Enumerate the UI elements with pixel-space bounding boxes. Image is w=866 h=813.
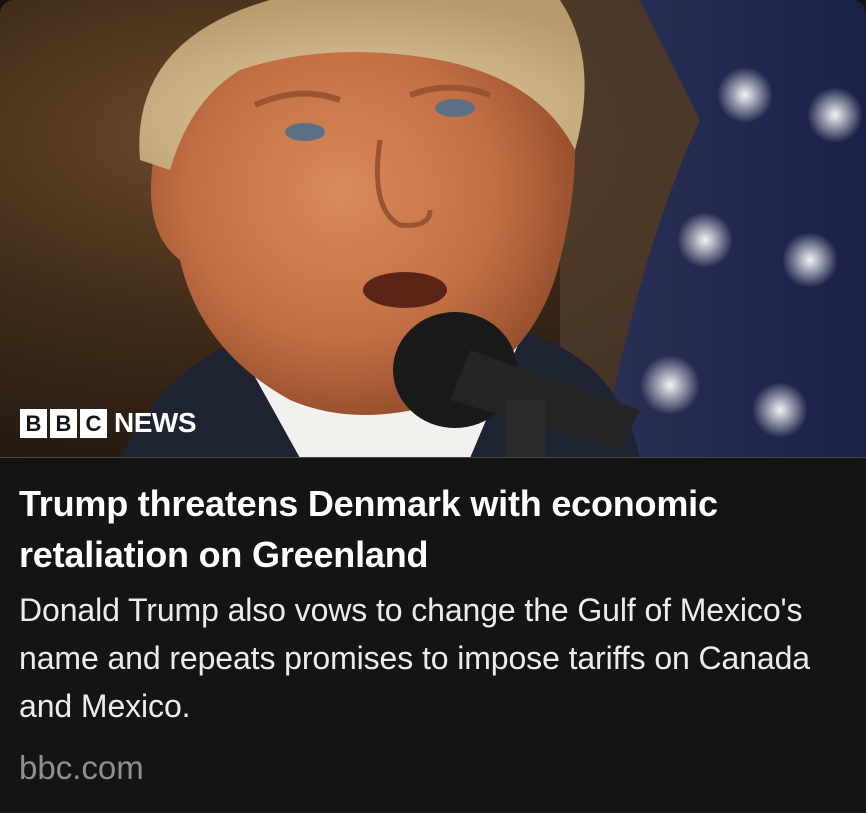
card-content: Trump threatens Denmark with economic re… xyxy=(19,478,839,788)
card-divider xyxy=(0,457,866,458)
link-preview-card[interactable]: B B C NEWS Trump threatens Denmark with … xyxy=(0,0,866,813)
source-domain[interactable]: bbc.com xyxy=(19,748,839,788)
logo-word-news: NEWS xyxy=(114,407,197,438)
logo-letter-b2: B xyxy=(50,408,77,438)
article-thumbnail[interactable]: B B C NEWS xyxy=(0,0,866,458)
bbc-news-logo: B B C NEWS xyxy=(20,407,197,439)
article-headline[interactable]: Trump threatens Denmark with economic re… xyxy=(19,478,839,580)
logo-letter-b1: B xyxy=(20,408,47,438)
news-photo xyxy=(0,0,866,458)
logo-letter-c: C xyxy=(80,408,107,438)
article-summary: Donald Trump also vows to change the Gul… xyxy=(19,592,810,724)
